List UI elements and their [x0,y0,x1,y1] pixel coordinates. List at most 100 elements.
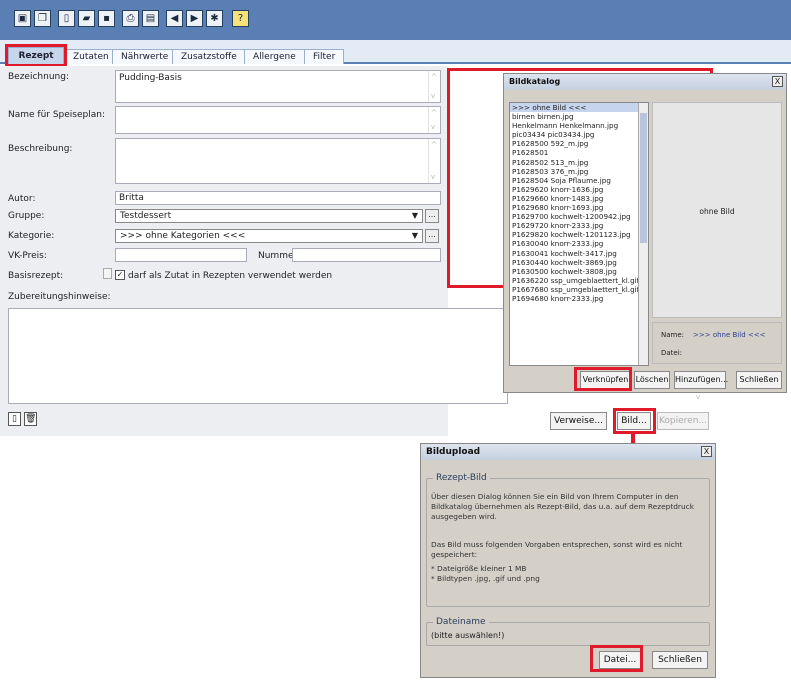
image-list-item[interactable]: P1628502 513_m.jpg [510,158,648,167]
trash-icon[interactable]: 🗑 [24,412,37,426]
new-document-icon[interactable]: ▯ [8,412,21,426]
print-icon[interactable]: ⎙ [122,10,139,27]
zubereitung-field[interactable] [8,308,508,404]
schliessen-button[interactable]: Schließen [736,371,782,389]
image-list-item[interactable]: pic03434 pic03434.jpg [510,130,648,139]
dateiname-title: Dateiname [433,617,489,627]
window-icon[interactable]: ▣ [14,10,31,27]
kategorie-ellipsis-button[interactable]: ... [425,229,439,243]
zubereitung-label: Zubereitungshinweise: [8,292,111,302]
gruppe-ellipsis-button[interactable]: ... [425,209,439,223]
tab-filter[interactable]: Filter [304,49,345,64]
image-list-item[interactable]: P1630500 kochwelt-3808.jpg [510,267,648,276]
beschreibung-field[interactable]: ^ v [115,138,441,184]
autor-value: Britta [119,193,144,203]
image-list-item[interactable]: P1629700 kochwelt-1200942.jpg [510,212,648,221]
image-list-item[interactable]: P1630040 knorr-2333.jpg [510,239,648,248]
save-icon[interactable]: ▪ [98,10,115,27]
bezeichnung-field[interactable]: Pudding-Basis ^ v [115,70,441,103]
speiseplan-field[interactable]: ^ v [115,106,441,134]
preview-text: ohne Bild [699,207,735,216]
speiseplan-label: Name für Speiseplan: [8,110,106,120]
image-list-item[interactable]: >>> ohne Bild <<< [510,103,648,113]
image-list-item[interactable]: P1628501 [510,148,648,157]
image-list-item[interactable]: P1629820 kochwelt-1201123.jpg [510,230,648,239]
basisrezept-checkbox[interactable]: ✓ [115,270,125,280]
upload-text-1: Über diesen Dialog können Sie ein Bild v… [431,492,694,521]
highlight-bild-button [613,408,656,434]
image-list[interactable]: >>> ohne Bild <<< birnen birnen.jpg Henkel… [509,102,649,366]
loeschen-button[interactable]: Löschen [634,371,670,389]
image-list-item[interactable]: P1629720 knorr-2333.jpg [510,221,648,230]
highlight-rezept-tab [5,44,67,67]
copy-icon[interactable]: ❐ [34,10,51,27]
highlight-datei [590,645,643,672]
image-preview: ohne Bild [652,102,782,318]
autor-label: Autor: [8,194,36,204]
bildkatalog-dialog: Bildkatalog X >>> ohne Bild <<< birnen bi… [503,73,787,393]
kategorie-value: >>> ohne Kategorien <<< [120,231,246,241]
image-list-item[interactable]: P1628500 592_m.jpg [510,139,648,148]
name-label: Name: [661,331,685,339]
bildupload-dialog: Bildupload X Rezept-Bild Über diesen Dia… [420,443,716,678]
image-list-item[interactable]: P1630041 kochwelt-3417.jpg [510,249,648,258]
image-list-item[interactable]: P1694680 knorr-2333.jpg [510,294,648,303]
basisrezept-label: Basisrezept: [8,271,64,281]
image-list-item[interactable]: Henkelmann Henkelmann.jpg [510,121,648,130]
image-list-item[interactable]: P1629680 knorr-1693.jpg [510,203,648,212]
tab-naehrwerte[interactable]: Nährwerte [112,49,178,64]
vkpreis-label: VK-Preis: [8,251,47,261]
vkpreis-field[interactable] [115,248,247,262]
monitor-icon[interactable]: ▤ [142,10,159,27]
nummer-field[interactable] [292,248,441,262]
close-icon[interactable]: X [772,76,783,87]
image-list-item[interactable]: P1628503 376_m.jpg [510,167,648,176]
help-icon[interactable]: ? [232,10,249,27]
chevron-down-icon: ▼ [411,211,418,220]
kopieren-button[interactable]: Kopieren... [657,412,709,430]
scroll-down-icon: v [696,393,701,401]
image-list-item[interactable]: birnen birnen.jpg [510,112,648,121]
bildkatalog-title: Bildkatalog [504,74,786,90]
highlight-verknuepfen [574,367,632,391]
tab-zutaten[interactable]: Zutaten [64,49,118,64]
beschreibung-label: Beschreibung: [8,144,73,154]
tab-bar: Rezept Zutaten Nährwerte Zusatzstoffe Al… [0,40,791,64]
image-list-item[interactable]: P1628504 Soja Pflaume.jpg [510,176,648,185]
open-icon[interactable]: ▰ [78,10,95,27]
hinzufuegen-button[interactable]: Hinzufügen... [674,371,728,389]
rezept-bild-title: Rezept-Bild [433,473,490,483]
bildupload-title: Bildupload [421,444,715,460]
bezeichnung-value: Pudding-Basis [119,73,182,83]
image-list-item[interactable]: P1629660 knorr-1483.jpg [510,194,648,203]
tab-zusatzstoffe[interactable]: Zusatzstoffe [172,49,246,64]
image-list-item[interactable]: P1630440 kochwelt-3869.jpg [510,258,648,267]
upload-bullet-2: * Bildtypen .jpg, .gif und .png [431,574,540,583]
new-icon[interactable]: ▯ [58,10,75,27]
prev-icon[interactable]: ◀ [166,10,183,27]
toolbar: ▣ ❐ ▯ ▰ ▪ ⎙ ▤ ◀ ▶ ✱ ? [0,0,791,40]
close-icon[interactable]: X [701,446,712,457]
image-info: Name: >>> ohne Bild <<< Datei: [652,322,782,364]
tab-allergene[interactable]: Allergene [244,49,305,64]
image-list-item[interactable]: P1667680 ssp_umgeblaettert_kl.gif [510,285,648,294]
doc-icon [103,268,112,279]
upload-bullet-1: * Dateigröße kleiner 1 MB [431,564,527,573]
name-value: >>> ohne Bild <<< [693,331,766,339]
upload-text-2: Das Bild muss folgenden Vorgaben entspre… [431,540,683,559]
basisrezept-check-label: darf als Zutat in Rezepten verwendet wer… [128,271,333,281]
image-list-item[interactable]: P1629620 knorr-1636.jpg [510,185,648,194]
verweise-button[interactable]: Verweise... [550,412,607,430]
gruppe-label: Gruppe: [8,211,45,221]
dateiname-value: (bitte auswählen!) [431,631,505,640]
image-list-item[interactable]: P1636220 ssp_umgeblaettert_kl.gif [510,276,648,285]
datei-label: Datei: [661,349,683,357]
kategorie-select[interactable]: >>> ohne Kategorien <<< ▼ [115,229,423,243]
chevron-down-icon: ▼ [411,231,418,240]
gear-icon[interactable]: ✱ [206,10,223,27]
autor-field[interactable]: Britta [115,191,441,205]
upload-schliessen-button[interactable]: Schließen [652,651,708,669]
next-icon[interactable]: ▶ [186,10,203,27]
gruppe-select[interactable]: Testdessert ▼ [115,209,423,223]
rezept-bild-group: Rezept-Bild Über diesen Dialog können Si… [426,473,710,607]
